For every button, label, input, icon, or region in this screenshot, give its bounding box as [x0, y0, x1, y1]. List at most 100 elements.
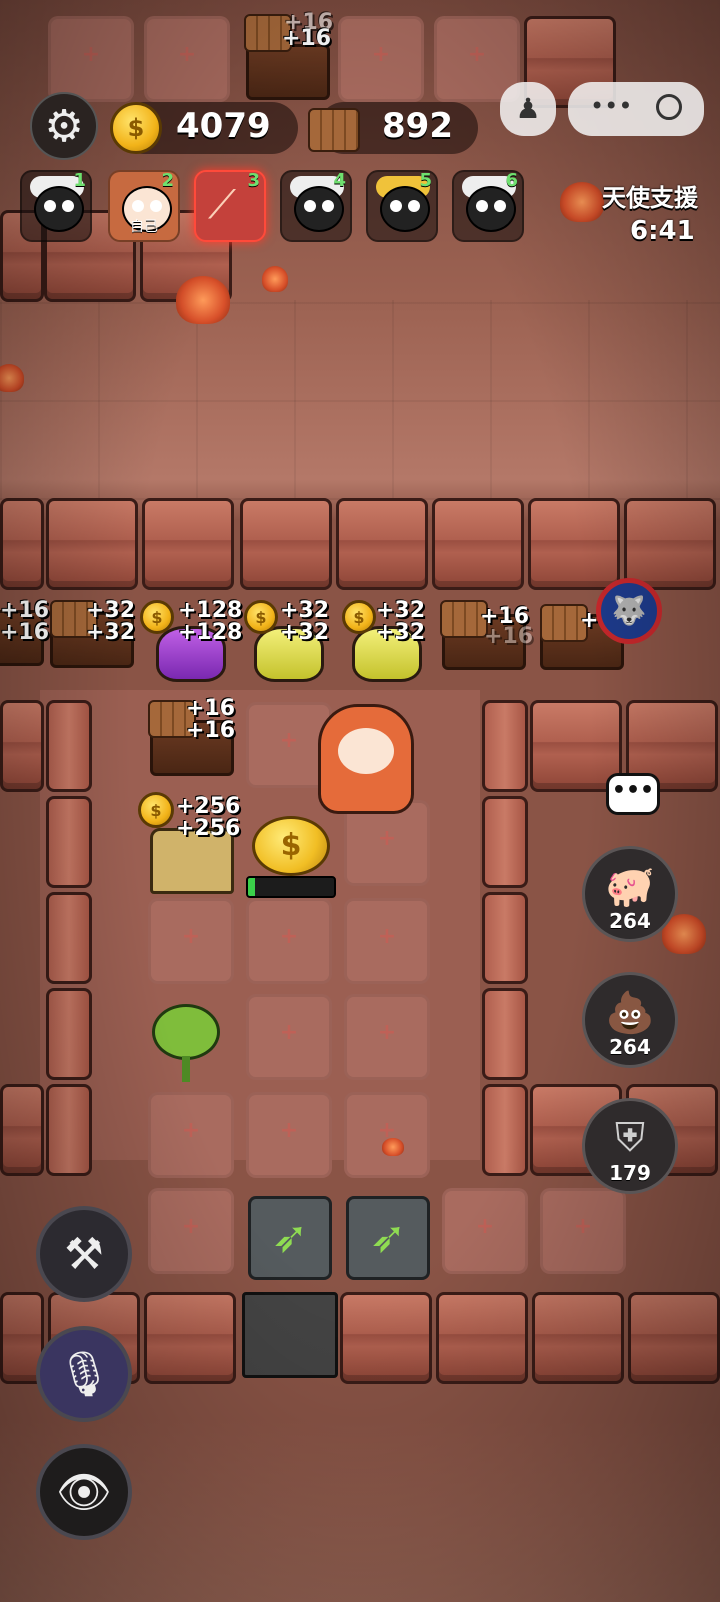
shield-button[interactable]: ⛨ 179: [582, 1098, 678, 1194]
slot-number: 5: [419, 170, 432, 191]
bonus-text: +16: [282, 26, 332, 51]
floor-tile[interactable]: [144, 16, 230, 102]
view-toggle-button[interactable]: 👁: [36, 1444, 132, 1540]
bonus-text: +16: [186, 718, 236, 743]
microphone-button[interactable]: 🎙: [36, 1326, 132, 1422]
player-slot-4[interactable]: 4: [280, 170, 352, 242]
close-mini-program-icon[interactable]: [656, 94, 682, 120]
floor-tile[interactable]: [338, 16, 424, 102]
player-slot-6[interactable]: 6: [452, 170, 524, 242]
more-icon[interactable]: •••: [590, 92, 632, 120]
support-label: 天使支援: [602, 184, 698, 212]
progress-fill: [248, 878, 255, 896]
wall-brick: [46, 498, 138, 590]
floor-tile[interactable]: [344, 1092, 430, 1178]
sheep-avatar: [294, 186, 344, 232]
wall-brick: [0, 700, 44, 792]
tools-icon: ⚒: [64, 1228, 104, 1280]
bonus-text: +128: [178, 620, 243, 645]
coin-icon: $: [342, 600, 376, 634]
gold-amount: 4079: [176, 106, 271, 146]
floor-tile[interactable]: [48, 16, 134, 102]
wood-amount: 892: [382, 106, 453, 146]
bonus-text: +16: [484, 624, 534, 649]
floor-tile[interactable]: [246, 898, 332, 984]
coin-icon: $: [140, 600, 174, 634]
bonus-text: +32: [376, 598, 426, 623]
gear-icon: ⚙: [44, 100, 84, 152]
production-progress-bar: [246, 876, 336, 898]
floor-grid: [0, 300, 720, 500]
floor-tile[interactable]: [540, 1188, 626, 1274]
wall-brick: [142, 498, 234, 590]
capsule-menu[interactable]: •••: [568, 82, 704, 136]
claw-icon: ⟋: [208, 182, 236, 228]
crossbow-turret[interactable]: ➶: [346, 1196, 430, 1280]
floor-tile[interactable]: [148, 1092, 234, 1178]
wall-brick: [482, 700, 528, 792]
shield-count: 179: [609, 1161, 651, 1185]
floor-tile[interactable]: [148, 898, 234, 984]
wall-brick: [482, 892, 528, 984]
peashooter-turret[interactable]: [152, 1004, 220, 1060]
player-slot-5[interactable]: 5: [366, 170, 438, 242]
wall-brick: [46, 1084, 92, 1176]
bonus-text: +32: [376, 620, 426, 645]
fire-plant-decoration: [0, 364, 24, 392]
floor-tile[interactable]: [344, 898, 430, 984]
sheep-avatar: [380, 186, 430, 232]
settings-button[interactable]: ⚙: [30, 92, 98, 160]
microphone-icon: 🎙: [56, 1349, 112, 1400]
floor-tile[interactable]: [246, 994, 332, 1080]
player-slot-1[interactable]: 1: [20, 170, 92, 242]
wall-brick: [432, 498, 524, 590]
wall-brick: [528, 498, 620, 590]
wood-crate[interactable]: [246, 44, 330, 100]
floor-tile[interactable]: [148, 1188, 234, 1274]
player-slot-3[interactable]: 3 ⟋: [194, 170, 266, 242]
piggy-bank-button[interactable]: 🐖 264: [582, 846, 678, 942]
poop-icon: 💩: [605, 990, 655, 1036]
wolf-enemy-avatar[interactable]: 🐺: [596, 578, 662, 644]
coin-icon: $: [110, 102, 162, 154]
floor-tile[interactable]: [344, 994, 430, 1080]
build-tools-button[interactable]: ⚒: [36, 1206, 132, 1302]
slot-number: 6: [505, 170, 518, 191]
wall-brick: [336, 498, 428, 590]
floor-tile[interactable]: [246, 1092, 332, 1178]
sheep-avatar: [466, 186, 516, 232]
floor-tile[interactable]: [442, 1188, 528, 1274]
poop-count: 264: [609, 1035, 651, 1059]
coin-icon: $: [138, 792, 174, 828]
joystick-button[interactable]: ♟: [500, 82, 556, 136]
slot-number: 2: [161, 170, 174, 191]
wall-brick: [482, 796, 528, 888]
fire-plant-decoration: [382, 1138, 404, 1156]
game-board: +16 +16 +16 +16 +32 +32 $ +128 +128 $ +3…: [0, 0, 720, 1602]
logs-icon: [308, 108, 360, 152]
wall-brick: [482, 1084, 528, 1176]
player-face: [338, 728, 394, 774]
bonus-text: +32: [280, 620, 330, 645]
slot-number: 1: [73, 170, 86, 191]
slot-number: 4: [333, 170, 346, 191]
iron-gate[interactable]: [242, 1292, 338, 1378]
bonus-text: +32: [86, 620, 136, 645]
crossbow-turret[interactable]: ➶: [248, 1196, 332, 1280]
wall-brick: [0, 498, 44, 590]
poop-button[interactable]: 💩 264: [582, 972, 678, 1068]
wall-brick: [624, 498, 716, 590]
player-slot-2[interactable]: 2 自己: [108, 170, 180, 242]
wall-brick: [532, 1292, 624, 1384]
chat-bubble-icon[interactable]: •••: [606, 773, 660, 815]
shield-icon: ⛨: [615, 1115, 645, 1161]
wall-brick: [628, 1292, 720, 1384]
wall-brick: [46, 796, 92, 888]
sheep-avatar: [34, 186, 84, 232]
bonus-text: +16: [186, 696, 236, 721]
wall-brick: [144, 1292, 236, 1384]
bonus-text: +16: [0, 620, 50, 645]
collect-coin-button[interactable]: $: [252, 816, 330, 876]
pig-icon: 🐖: [605, 864, 655, 910]
wall-brick: [436, 1292, 528, 1384]
